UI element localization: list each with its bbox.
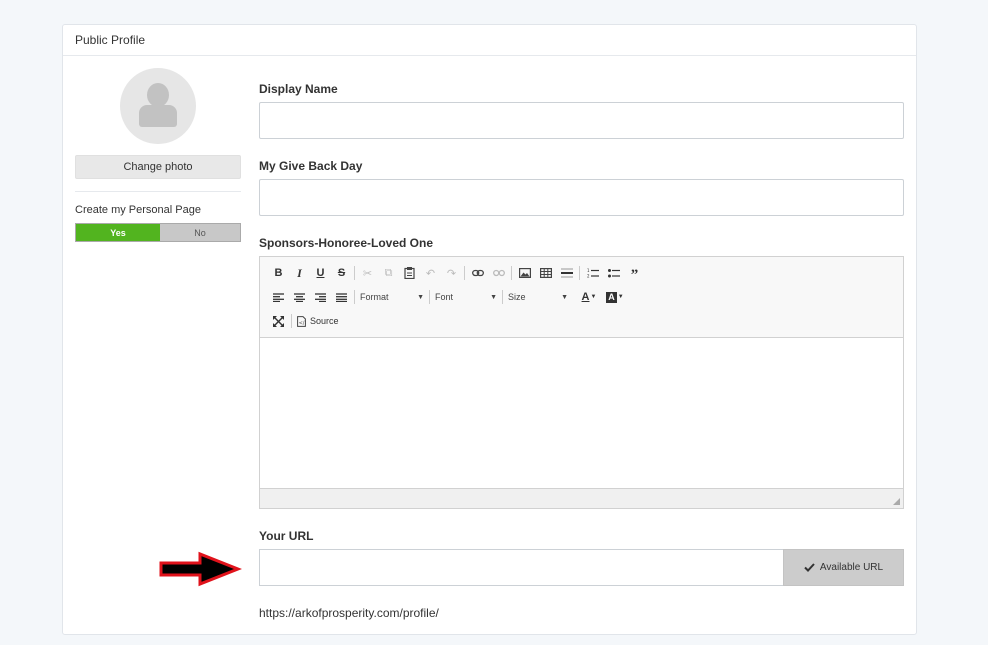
- caret-down-icon: ▼: [417, 293, 424, 301]
- justify-icon[interactable]: [331, 287, 352, 307]
- svg-text:</>: </>: [299, 320, 306, 326]
- blockquote-icon[interactable]: ”: [624, 263, 645, 283]
- redo-icon[interactable]: ↷: [441, 263, 462, 283]
- align-right-icon[interactable]: [310, 287, 331, 307]
- your-url-label: Your URL: [259, 529, 314, 543]
- text-color-icon[interactable]: A ▼: [576, 287, 602, 307]
- sponsors-label: Sponsors-Honoree-Loved One: [259, 236, 434, 250]
- personal-page-label: Create my Personal Page: [75, 204, 201, 216]
- bulleted-list-icon[interactable]: [603, 263, 624, 283]
- maximize-icon[interactable]: [268, 311, 289, 331]
- italic-icon[interactable]: I: [289, 263, 310, 283]
- divider: [75, 191, 241, 192]
- unlink-icon[interactable]: [488, 263, 509, 283]
- svg-text:2: 2: [587, 274, 590, 279]
- toggle-no[interactable]: No: [160, 224, 240, 241]
- caret-down-icon: ▼: [561, 293, 568, 301]
- table-icon[interactable]: [535, 263, 556, 283]
- bold-icon[interactable]: B: [268, 263, 289, 283]
- editor-content-area[interactable]: [260, 338, 903, 488]
- user-icon: [147, 83, 169, 107]
- url-input-group: Available URL: [259, 549, 904, 586]
- public-profile-card: Public Profile Change photo Create my Pe…: [62, 24, 917, 635]
- svg-text:1: 1: [587, 268, 590, 273]
- font-dropdown[interactable]: Font ▼: [432, 287, 500, 307]
- personal-page-toggle[interactable]: Yes No: [75, 223, 241, 242]
- format-dropdown[interactable]: Format ▼: [357, 287, 427, 307]
- caret-down-icon: ▼: [490, 293, 497, 301]
- horizontal-line-icon[interactable]: [556, 263, 577, 283]
- undo-icon[interactable]: ↶: [420, 263, 441, 283]
- change-photo-button[interactable]: Change photo: [75, 155, 241, 179]
- editor-toolbar: B I U S ✂ ⧉ ↶ ↷ 1 2 ” Format ▼ Font ▼ Si…: [260, 257, 903, 338]
- cut-icon[interactable]: ✂: [357, 263, 378, 283]
- give-back-day-label: My Give Back Day: [259, 159, 363, 173]
- rich-text-editor: B I U S ✂ ⧉ ↶ ↷ 1 2 ” Format ▼ Font ▼ Si…: [259, 256, 904, 509]
- card-title: Public Profile: [63, 25, 916, 56]
- url-input[interactable]: [259, 549, 783, 586]
- arrow-right-icon: [159, 551, 242, 587]
- display-name-label: Display Name: [259, 82, 338, 96]
- numbered-list-icon[interactable]: 12: [582, 263, 603, 283]
- align-center-icon[interactable]: [289, 287, 310, 307]
- resize-handle-icon[interactable]: [893, 498, 900, 505]
- check-icon: [804, 563, 815, 572]
- source-button[interactable]: </> Source: [294, 311, 342, 331]
- source-icon: </>: [297, 315, 306, 327]
- background-color-icon[interactable]: A ▼: [602, 287, 628, 307]
- underline-icon[interactable]: U: [310, 263, 331, 283]
- align-left-icon[interactable]: [268, 287, 289, 307]
- copy-icon[interactable]: ⧉: [378, 263, 399, 283]
- size-dropdown[interactable]: Size ▼: [505, 287, 571, 307]
- available-url-button[interactable]: Available URL: [783, 549, 904, 586]
- url-hint: https://arkofprosperity.com/profile/: [259, 606, 439, 620]
- editor-statusbar: [260, 488, 903, 508]
- image-icon[interactable]: [514, 263, 535, 283]
- paste-icon[interactable]: [399, 263, 420, 283]
- link-icon[interactable]: [467, 263, 488, 283]
- toggle-yes[interactable]: Yes: [76, 224, 160, 241]
- avatar: [120, 68, 196, 144]
- give-back-day-input[interactable]: [259, 179, 904, 216]
- strikethrough-icon[interactable]: S: [331, 263, 352, 283]
- display-name-input[interactable]: [259, 102, 904, 139]
